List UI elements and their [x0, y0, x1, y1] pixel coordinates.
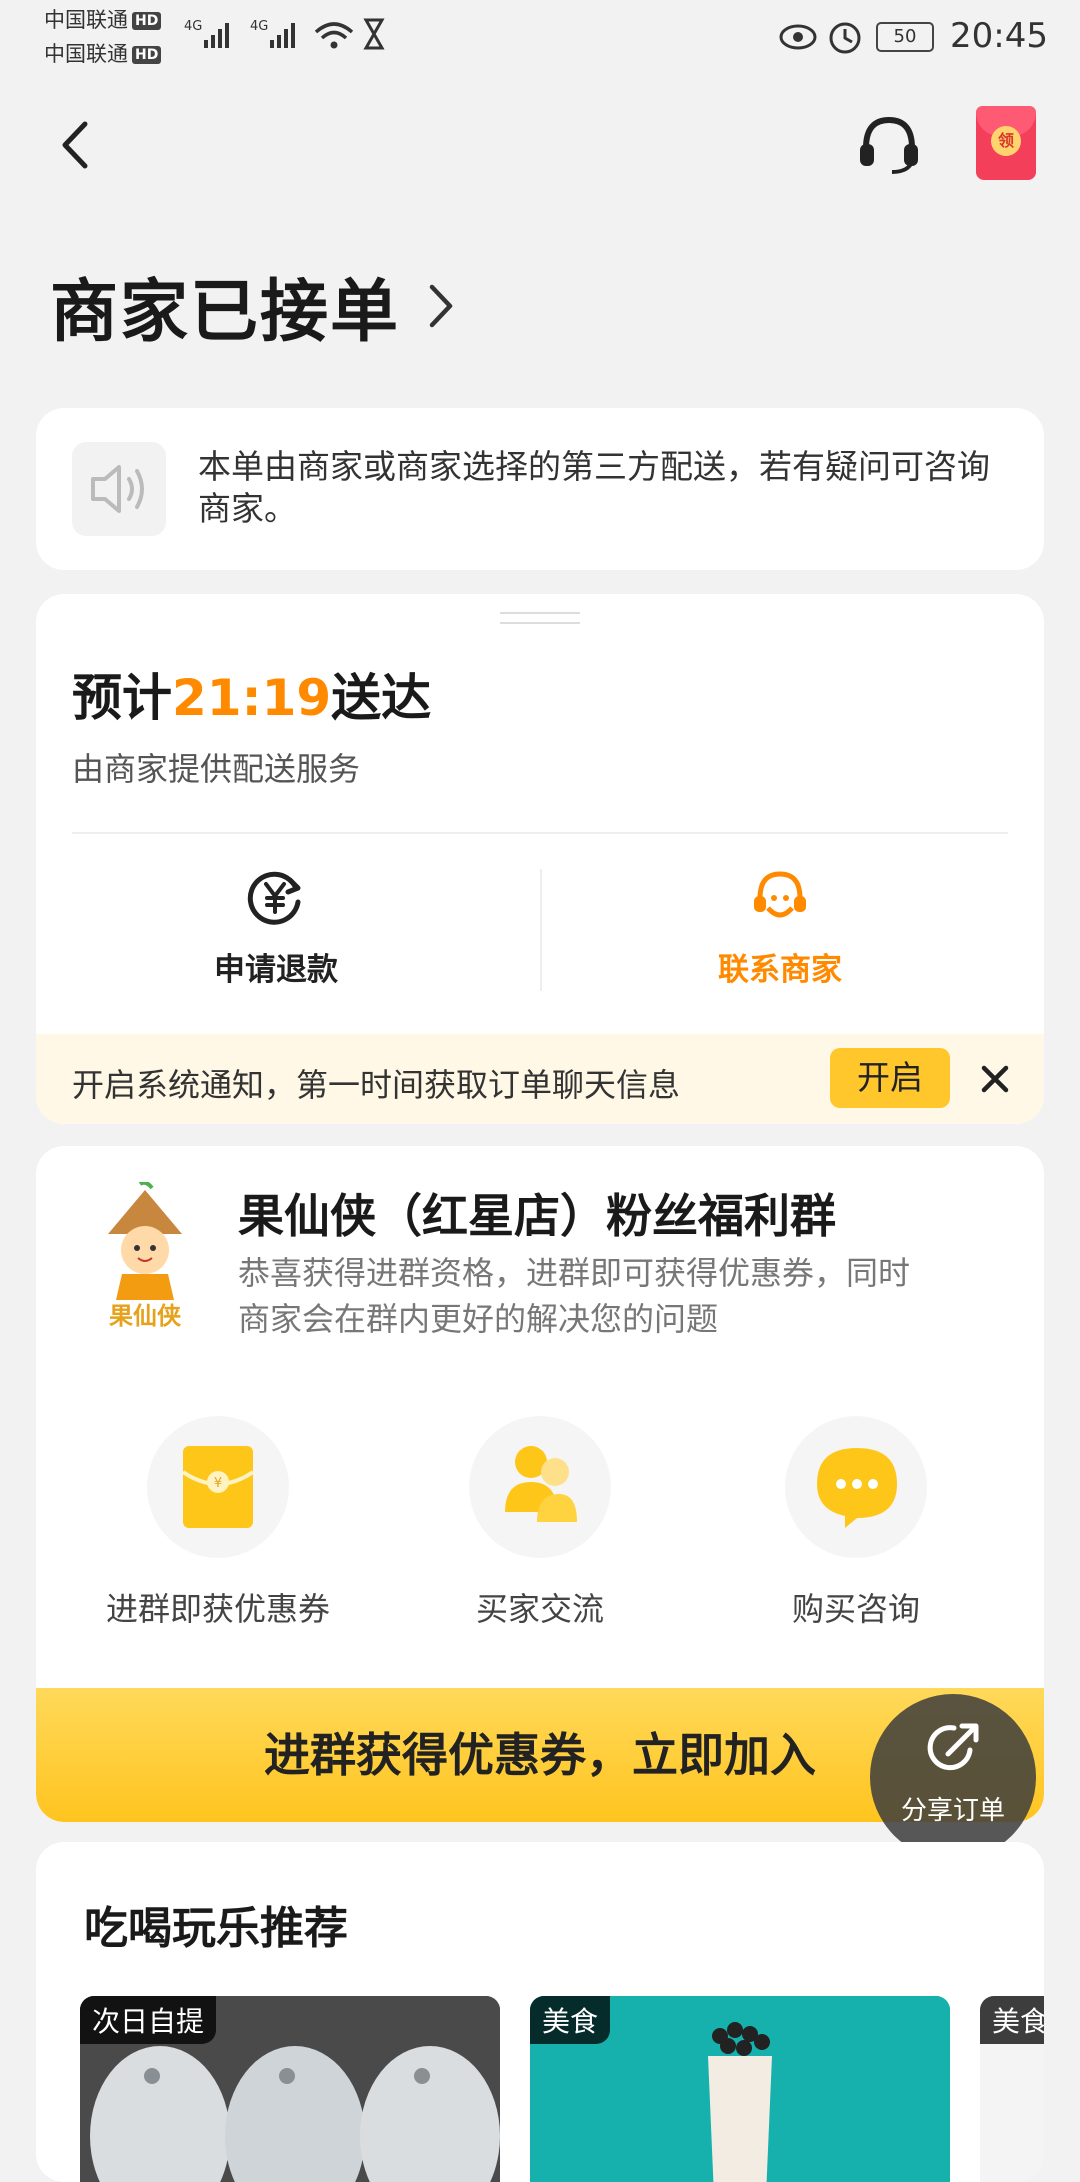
close-icon: [981, 1065, 1009, 1093]
hd-badge: HD: [132, 12, 162, 30]
status-bar: 中国联通 HD 中国联通 HD 4G 4G 50 20:45: [0, 0, 1080, 72]
share-icon: [927, 1723, 979, 1771]
clock: 20:45: [950, 16, 1048, 56]
group-description: 恭喜获得进群资格，进群即可获得优惠券，同时 商家会在群内更好的解决您的问题: [238, 1250, 1018, 1342]
users-circle: [469, 1416, 611, 1558]
chat-circle: [785, 1416, 927, 1558]
eta-suffix: 送达: [331, 669, 432, 727]
carrier-1-name: 中国联通: [44, 8, 128, 32]
battery-indicator: 50: [876, 22, 934, 52]
feature-coupon[interactable]: ¥ 进群即获优惠券: [98, 1416, 338, 1628]
headset-icon: [860, 116, 918, 174]
coupon-envelope-icon: ¥: [181, 1446, 255, 1528]
carrier-2-name: 中国联通: [44, 42, 128, 66]
eye-alarm-icons: [779, 22, 861, 54]
recommend-title: 吃喝玩乐推荐: [84, 1903, 348, 1954]
delivery-service-text: 由商家提供配送服务: [72, 750, 361, 788]
notification-text: 开启系统通知，第一时间获取订单聊天信息: [72, 1066, 681, 1104]
users-icon: [505, 1446, 577, 1522]
notice-text: 本单由商家或商家选择的第三方配送，若有疑问可咨询商家。: [198, 447, 990, 528]
feature-coupon-label: 进群即获优惠券: [105, 1590, 330, 1628]
merchant-service-icon: [754, 871, 806, 918]
share-order-label: 分享订单: [900, 1796, 1005, 1826]
delivery-card: 预计21:19送达 由商家提供配送服务 申请退款 联系商家 开启系统通知，第一时…: [36, 594, 1044, 1124]
group-desc-line-1: 恭喜获得进群资格，进群即可获得优惠券，同时: [238, 1254, 911, 1292]
shop-logo: 果仙侠: [90, 1180, 200, 1332]
feature-buyer-chat-label: 买家交流: [475, 1590, 604, 1628]
refund-button[interactable]: 申请退款: [96, 866, 456, 996]
contact-merchant-label: 联系商家: [718, 952, 842, 988]
coupon-circle: ¥: [147, 1416, 289, 1558]
svg-text:¥: ¥: [214, 1476, 222, 1491]
order-status-title[interactable]: 商家已接单: [50, 256, 462, 355]
shop-logo-text: 果仙侠: [109, 1302, 181, 1330]
svg-text:4G: 4G: [184, 19, 202, 34]
eta-prefix: 预计: [72, 669, 172, 727]
hd-badge-2: HD: [132, 46, 162, 64]
recommend-tag-2: 美食: [530, 1996, 611, 2044]
share-order-button[interactable]: 分享订单: [870, 1694, 1036, 1860]
chevron-right-icon: [429, 284, 453, 327]
group-desc-line-2: 商家会在群内更好的解决您的问题: [238, 1300, 719, 1338]
recommend-tag-3: 美食: [980, 1996, 1044, 2044]
refund-yen-icon: [247, 871, 301, 925]
svg-text:4G: 4G: [250, 19, 268, 34]
divider: [72, 832, 1008, 834]
chat-bubble-icon: [817, 1448, 897, 1528]
enable-notification-button[interactable]: 开启: [830, 1048, 950, 1108]
recommend-card: 吃喝玩乐推荐 次日自提 美食 美食: [36, 1842, 1044, 2182]
red-packet-button[interactable]: 领: [976, 106, 1036, 180]
close-banner-button[interactable]: [972, 1056, 1018, 1102]
refund-label: 申请退款: [214, 952, 338, 988]
recommend-tag-1: 次日自提: [80, 1996, 217, 2044]
drag-handle[interactable]: [500, 612, 580, 624]
eta-text: 预计21:19送达: [72, 658, 431, 730]
recommend-item-1[interactable]: 次日自提: [80, 1996, 500, 2182]
red-packet-seal: 领: [991, 126, 1021, 156]
group-title: 果仙侠（红星店）粉丝福利群: [238, 1189, 836, 1243]
notification-banner: 开启系统通知，第一时间获取订单聊天信息 开启: [36, 1034, 1044, 1124]
carrier-1: 中国联通 HD: [44, 6, 162, 34]
customer-service-button[interactable]: [852, 108, 926, 182]
feature-purchase-consult-label: 购买咨询: [791, 1590, 920, 1628]
carrier-2: 中国联通 HD: [44, 40, 162, 68]
recommend-item-3[interactable]: 美食: [980, 1996, 1044, 2182]
signal-wifi-icons: 4G 4G: [184, 18, 385, 50]
speaker-icon-box: [72, 442, 166, 536]
page-title: 商家已接单: [50, 273, 401, 352]
feature-purchase-consult[interactable]: 购买咨询: [736, 1416, 976, 1628]
recommend-item-2[interactable]: 美食: [530, 1996, 950, 2182]
delivery-notice-card: 本单由商家或商家选择的第三方配送，若有疑问可咨询商家。: [36, 408, 1044, 570]
feature-buyer-chat[interactable]: 买家交流: [420, 1416, 660, 1628]
back-button[interactable]: [40, 110, 110, 180]
contact-merchant-button[interactable]: 联系商家: [600, 866, 960, 996]
speaker-icon: [91, 465, 144, 513]
chevron-left-icon: [62, 121, 88, 169]
eta-time: 21:19: [172, 669, 332, 727]
vertical-divider: [540, 869, 542, 991]
